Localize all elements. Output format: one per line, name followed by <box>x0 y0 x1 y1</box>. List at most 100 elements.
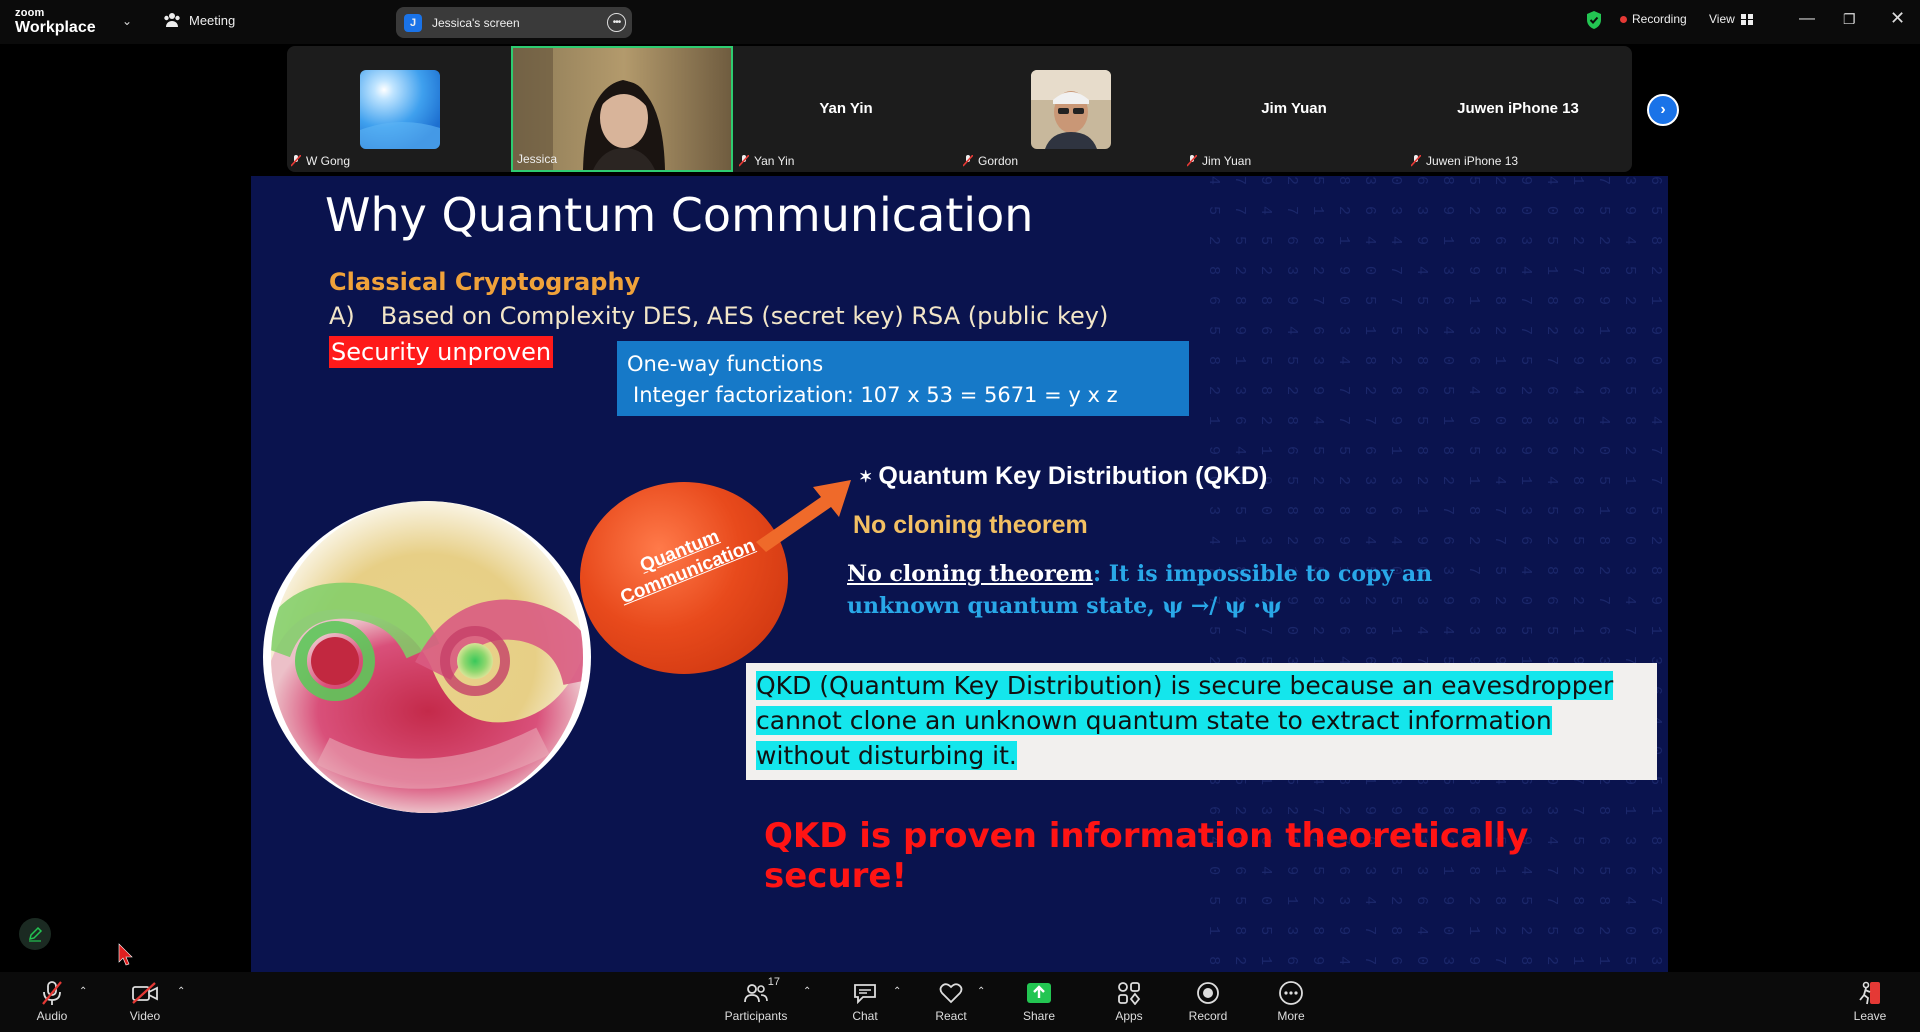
record-label: Record <box>1188 1009 1228 1023</box>
meeting-menu-button[interactable]: Meeting <box>163 12 235 28</box>
annotate-icon[interactable] <box>19 918 51 950</box>
participant-name: W Gong <box>306 154 351 168</box>
no-cloning-theorem-text: No cloning theorem: It is impossible to … <box>847 558 1527 622</box>
participant-name: Gordon <box>978 154 1019 168</box>
react-icon <box>939 983 963 1004</box>
participant-name-center: Juwen iPhone 13 <box>1457 100 1579 117</box>
recording-indicator[interactable]: Recording <box>1620 12 1687 26</box>
shared-screen-label: Jessica's screen <box>432 15 520 30</box>
view-label: View <box>1709 12 1735 26</box>
audio-label: Audio <box>36 1009 68 1023</box>
no-cloning-heading: No cloning theorem <box>853 511 1088 539</box>
participant-name-center: Jim Yuan <box>1261 100 1327 117</box>
zoom-logo: zoom Workplace <box>15 8 96 36</box>
video-off-icon <box>132 982 158 1004</box>
react-button[interactable]: React <box>916 978 986 1023</box>
mic-off-icon <box>963 155 973 167</box>
chevron-up-icon[interactable]: ⌃ <box>79 986 87 997</box>
participant-tile[interactable]: Juwen iPhone 13 Juwen iPhone 13 <box>1407 46 1629 172</box>
participant-tile[interactable]: Gordon <box>959 46 1181 172</box>
qkd-proven-statement: QKD is proven information theoretically … <box>764 816 1529 896</box>
record-dot-icon <box>1620 15 1627 23</box>
minimize-icon[interactable]: — <box>1799 10 1815 28</box>
classical-heading: Classical Cryptography <box>329 268 641 296</box>
participants-button[interactable]: 17 Participants <box>721 976 791 1023</box>
chevron-up-icon[interactable]: ⌃ <box>977 986 985 997</box>
brand-top: zoom <box>15 7 45 19</box>
participant-count: 17 <box>767 976 780 988</box>
share-label: Share <box>1022 1009 1056 1023</box>
participant-name: Juwen iPhone 13 <box>1426 154 1519 168</box>
record-icon <box>1197 982 1219 1004</box>
brand-bottom: Workplace <box>15 19 96 36</box>
meeting-icon <box>164 13 180 27</box>
qkd-heading: Quantum Key Distribution (QKD) <box>878 462 1268 490</box>
participant-tile-active[interactable]: Jessica <box>511 46 733 172</box>
more-icon[interactable]: ••• <box>607 13 626 32</box>
qkd-explanation-text: QKD (Quantum Key Distribution) is secure… <box>756 671 1614 770</box>
more-label: More <box>1277 1009 1305 1023</box>
meeting-toolbar: Audio ⌃ Video ⌃ 17 Participants ⌃ Chat ⌃… <box>0 972 1920 1032</box>
chevron-up-icon[interactable]: ⌃ <box>803 986 811 997</box>
leave-button[interactable]: Leave <box>1835 978 1905 1023</box>
mic-off-icon <box>291 155 301 167</box>
chevron-up-icon[interactable]: ⌃ <box>893 986 901 997</box>
close-icon[interactable]: ✕ <box>1890 8 1905 29</box>
mic-off-icon <box>1411 155 1421 167</box>
view-button[interactable]: View <box>1709 12 1753 26</box>
shield-icon[interactable] <box>1585 10 1603 30</box>
audio-button[interactable]: Audio <box>17 978 87 1023</box>
apps-label: Apps <box>1115 1009 1143 1023</box>
security-unproven-label: Security unproven <box>329 336 554 368</box>
participant-tile[interactable]: Yan Yin Yan Yin <box>735 46 957 172</box>
decorative-number-matrix: 6 5 8 2 1 9 0 3 4 7 7 5 2 8 9 1 3 6 4 0 … <box>1205 176 1664 972</box>
share-button[interactable]: Share <box>1004 978 1074 1023</box>
participant-name: Jessica <box>517 152 558 166</box>
chat-button[interactable]: Chat <box>830 978 900 1023</box>
arrow-icon <box>756 480 851 552</box>
shared-screen-indicator[interactable]: J Jessica's screen ••• <box>396 7 632 38</box>
restore-icon[interactable]: ❐ <box>1843 11 1856 28</box>
apps-icon <box>1118 982 1141 1005</box>
meeting-label: Meeting <box>189 12 236 28</box>
participant-tile[interactable]: Jim Yuan Jim Yuan <box>1183 46 1405 172</box>
chevron-down-icon[interactable]: ⌄ <box>122 14 132 28</box>
title-bar: zoom Workplace ⌄ Meeting J Jessica's scr… <box>0 0 1920 44</box>
apps-button[interactable]: Apps <box>1094 978 1164 1023</box>
participants-label: Participants <box>724 1009 788 1023</box>
avatar <box>1031 70 1111 149</box>
next-icon[interactable]: › <box>1647 94 1679 126</box>
video-button[interactable]: Video <box>110 978 180 1023</box>
participant-name-center: Yan Yin <box>819 100 873 117</box>
grid-icon <box>1740 13 1753 25</box>
basis-line: A) Based on Complexity DES, AES (secret k… <box>329 302 1108 330</box>
participant-tile[interactable]: W Gong <box>287 46 509 172</box>
recording-label: Recording <box>1632 12 1687 26</box>
oneway-line2: Integer factorization: 107 x 53 = 5671 =… <box>633 383 1118 407</box>
participants-icon <box>744 984 768 1003</box>
avatar <box>360 70 440 149</box>
theorem-label: No cloning theorem <box>847 561 1093 587</box>
mic-off-icon <box>42 981 62 1005</box>
more-button[interactable]: More <box>1256 978 1326 1023</box>
participant-strip: W Gong Jessica Yan Yin Yan Yin Gordon Ji… <box>287 46 1632 172</box>
sharer-initial: J <box>404 13 422 32</box>
video-label: Video <box>129 1009 161 1023</box>
qkd-explanation-box: QKD (Quantum Key Distribution) is secure… <box>746 663 1657 780</box>
mic-off-icon <box>739 155 749 167</box>
basis-label: A) <box>329 302 355 330</box>
chat-icon <box>854 984 876 1004</box>
participant-name: Jim Yuan <box>1202 154 1252 168</box>
bullet-icon: ✶ <box>859 469 873 487</box>
participant-name: Yan Yin <box>754 154 795 168</box>
qkd-heading-row: ✶ Quantum Key Distribution (QKD) <box>859 462 1267 491</box>
leave-icon <box>1859 981 1880 1005</box>
mic-off-icon <box>1187 155 1197 167</box>
cursor-icon <box>118 943 133 966</box>
record-button[interactable]: Record <box>1173 978 1243 1023</box>
oneway-line1: One-way functions <box>627 352 824 376</box>
react-label: React <box>935 1009 967 1023</box>
one-way-functions-box: One-way functions Integer factorization:… <box>617 341 1189 416</box>
chevron-up-icon[interactable]: ⌃ <box>177 986 185 997</box>
leave-label: Leave <box>1853 1009 1887 1023</box>
